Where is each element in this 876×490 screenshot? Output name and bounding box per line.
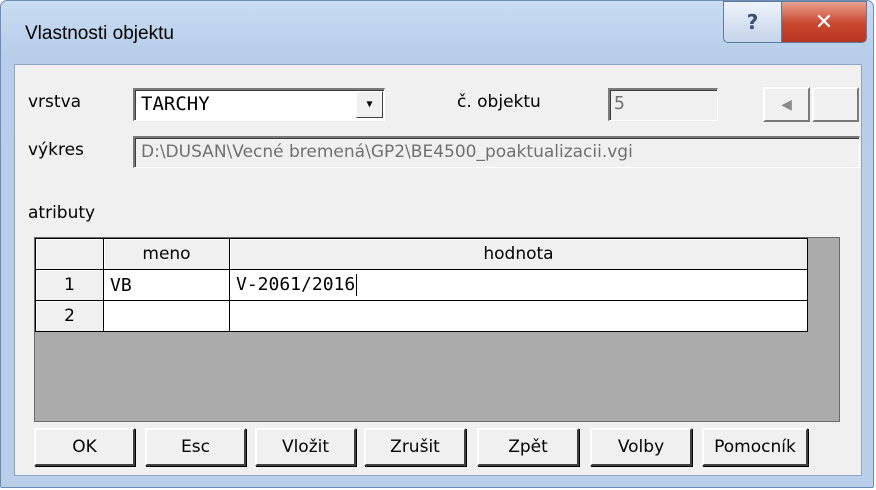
drawing-label: výkres xyxy=(28,140,84,160)
column-header-meno[interactable]: meno xyxy=(103,238,230,270)
attributes-table: meno hodnota 1 VB V-2061/2016 2 xyxy=(35,238,808,332)
layer-combobox[interactable]: TARCHY ▼ xyxy=(133,88,385,121)
grid-corner-cell[interactable] xyxy=(35,238,104,270)
object-number-field: 5 xyxy=(608,88,718,121)
row-header[interactable]: 1 xyxy=(35,269,104,301)
esc-button[interactable]: Esc xyxy=(145,428,246,466)
previous-object-button[interactable]: ◀ xyxy=(763,87,810,122)
row-header[interactable]: 2 xyxy=(35,300,104,332)
options-button[interactable]: Volby xyxy=(590,428,692,466)
layer-value: TARCHY xyxy=(141,93,210,115)
attributes-grid: meno hodnota 1 VB V-2061/2016 2 xyxy=(34,237,840,422)
dialog-client-area: vrstva TARCHY ▼ č. objektu 5 ◀ výkres D:… xyxy=(14,64,862,476)
title-bar[interactable]: Vlastnosti objektu ? ✕ xyxy=(1,1,873,65)
help-titlebar-button[interactable]: ? xyxy=(723,1,782,43)
chevron-down-icon[interactable]: ▼ xyxy=(356,91,383,118)
arrow-left-icon: ◀ xyxy=(781,96,792,113)
layer-label: vrstva xyxy=(28,92,82,112)
meno-cell[interactable]: VB xyxy=(103,269,230,301)
text-caret xyxy=(356,274,358,296)
back-button[interactable]: Zpět xyxy=(477,428,579,466)
drawing-path-value: D:\DUSAN\Vecné bremená\GP2\BE4500_poaktu… xyxy=(141,142,633,162)
close-icon: ✕ xyxy=(814,9,834,35)
ok-button[interactable]: OK xyxy=(34,428,135,466)
delete-button[interactable]: Zrušit xyxy=(364,428,466,466)
next-object-button[interactable] xyxy=(812,87,859,122)
close-button[interactable]: ✕ xyxy=(781,1,867,43)
object-number-label: č. objektu xyxy=(457,92,541,112)
object-number-value: 5 xyxy=(614,93,625,114)
help-button[interactable]: Pomocník xyxy=(702,428,808,466)
column-header-hodnota[interactable]: hodnota xyxy=(229,238,808,270)
hodnota-cell[interactable] xyxy=(229,300,808,332)
properties-dialog: Vlastnosti objektu ? ✕ vrstva TARCHY ▼ č… xyxy=(0,0,874,488)
table-row: 1 VB V-2061/2016 xyxy=(35,269,808,301)
hodnota-cell-text: V-2061/2016 xyxy=(236,274,356,295)
meno-cell[interactable] xyxy=(103,300,230,332)
grid-header-row: meno hodnota xyxy=(35,238,808,270)
question-icon: ? xyxy=(746,10,759,34)
insert-button[interactable]: Vložit xyxy=(255,428,356,466)
drawing-path-field: D:\DUSAN\Vecné bremená\GP2\BE4500_poaktu… xyxy=(133,136,860,168)
window-title: Vlastnosti objektu xyxy=(25,23,174,44)
attributes-label: atributy xyxy=(28,203,96,223)
hodnota-cell-editing[interactable]: V-2061/2016 xyxy=(229,269,808,301)
table-row: 2 xyxy=(35,300,808,332)
